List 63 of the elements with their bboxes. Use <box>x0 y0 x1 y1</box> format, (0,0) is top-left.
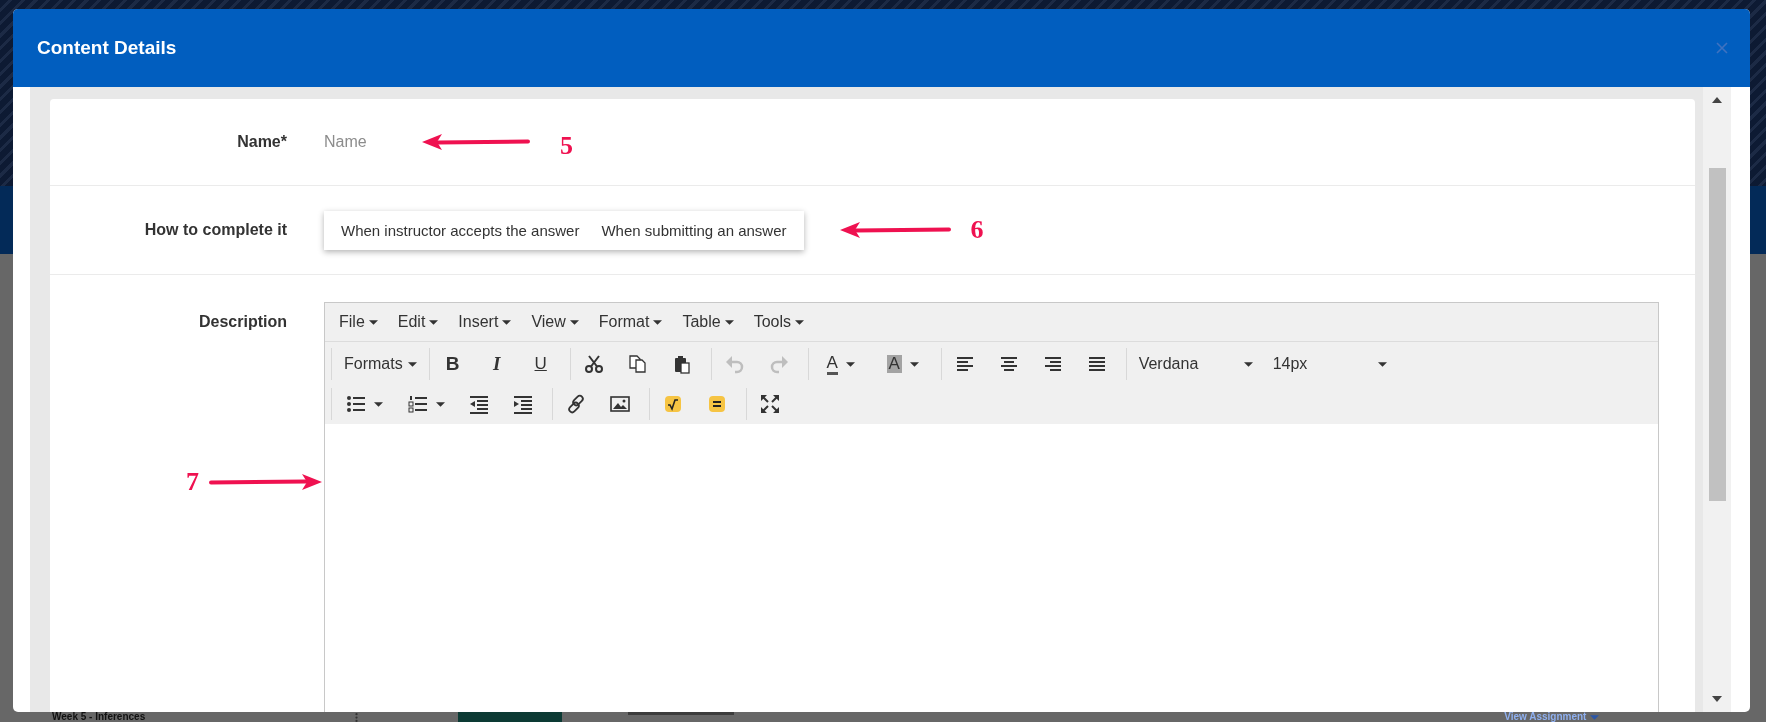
option-button[interactable]: When submitting an answer <box>590 210 798 250</box>
caret-icon <box>909 361 919 367</box>
arrow-icon <box>209 474 322 490</box>
copy-icon <box>627 354 648 374</box>
menu-button[interactable]: File <box>331 309 386 335</box>
caret-icon <box>845 361 855 367</box>
font-select[interactable]: 14px <box>1264 348 1395 380</box>
caret-icon <box>1243 361 1253 367</box>
indent-icon <box>513 394 533 414</box>
scroll-down-icon[interactable] <box>1712 696 1722 702</box>
annotation-number: 5 <box>560 131 573 161</box>
caret-icon <box>368 319 378 325</box>
menu-button[interactable]: Edit <box>389 309 447 335</box>
link-icon <box>566 394 586 414</box>
arrow-icon <box>839 222 951 238</box>
align-justify-icon <box>1086 354 1107 374</box>
square-root-icon <box>663 394 683 414</box>
redo-icon <box>768 354 789 374</box>
scroll-up-icon[interactable] <box>1712 97 1722 103</box>
bullet-list-icon <box>345 394 366 414</box>
numbered-list-icon <box>407 394 428 414</box>
arrow-icon <box>422 134 530 150</box>
caret-icon <box>1377 361 1387 367</box>
caret-icon <box>502 319 512 325</box>
italic-button[interactable]: I <box>477 348 516 380</box>
scissors-icon <box>583 354 604 374</box>
annotation-number: 6 <box>970 215 984 245</box>
bold-button[interactable]: B <box>433 348 472 380</box>
menu-button[interactable]: Insert <box>450 309 520 335</box>
scrollbar[interactable] <box>1703 87 1731 712</box>
align-right-icon <box>1042 354 1063 374</box>
align-center-icon <box>998 354 1019 374</box>
item-title: Week 5 - Inferences <box>52 712 146 722</box>
caret-icon <box>653 319 663 325</box>
annotation-number: 7 <box>186 467 199 497</box>
caret-icon <box>724 319 734 325</box>
fullscreen-icon <box>760 394 780 414</box>
font-select[interactable]: Verdana <box>1130 348 1261 380</box>
caret-icon <box>569 319 579 325</box>
caret-icon <box>407 361 417 367</box>
menu-button[interactable]: Format <box>590 309 671 335</box>
dialog-title: Content Details <box>37 37 178 59</box>
underline-button[interactable]: U <box>521 348 560 380</box>
caret-icon <box>373 401 383 407</box>
outdent-icon <box>469 394 489 414</box>
field-label: Description <box>199 313 287 331</box>
field-label: How to complete it <box>143 221 287 239</box>
menu-button[interactable]: View <box>523 309 587 335</box>
caret-icon <box>435 401 445 407</box>
text-color-button[interactable]: A <box>812 348 869 380</box>
menu-button[interactable]: Tools <box>745 309 813 335</box>
menu-button[interactable]: Table <box>674 309 742 335</box>
caret-icon <box>429 319 439 325</box>
background-color-button[interactable]: A <box>874 348 931 380</box>
caret-icon <box>795 319 805 325</box>
align-left-icon <box>954 354 975 374</box>
field-label: Name* <box>236 133 287 151</box>
equals-icon <box>707 394 727 414</box>
undo-icon <box>724 354 745 374</box>
formats-dropdown[interactable]: Formats <box>336 348 425 380</box>
image-icon <box>610 394 630 414</box>
option-button[interactable]: When instructor accepts the answer <box>330 210 591 250</box>
scroll-thumb[interactable] <box>1708 168 1726 501</box>
